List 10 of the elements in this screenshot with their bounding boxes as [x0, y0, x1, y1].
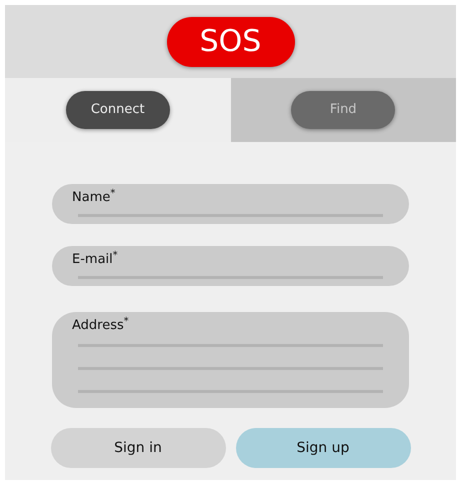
- tab[interactable]: Connect: [66, 91, 170, 129]
- input-field[interactable]: Name$^{*}$: [52, 184, 409, 224]
- input-field[interactable]: E-mail$^{*}$: [52, 246, 409, 286]
- sign-up-button[interactable]: Sign up: [236, 428, 410, 468]
- field-label: E-mail$^{*}$: [72, 252, 119, 268]
- field-label: Name$^{*}$: [72, 190, 116, 206]
- text-area[interactable]: Address$^{*}$: [52, 312, 409, 408]
- sos-button[interactable]: SOS: [166, 16, 294, 66]
- field-label: Address$^{*}$: [72, 318, 130, 334]
- sign-in-button[interactable]: Sign in: [50, 428, 226, 468]
